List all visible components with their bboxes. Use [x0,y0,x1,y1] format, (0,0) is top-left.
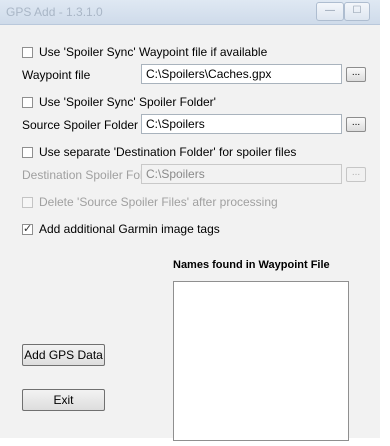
delete-source-files-checkbox[interactable]: Delete 'Source Spoiler Files' after proc… [22,195,278,209]
use-destination-folder-checkbox[interactable]: Use separate 'Destination Folder' for sp… [22,145,296,159]
source-folder-browse-button[interactable]: ... [346,117,366,132]
names-list-title: Names found in Waypoint File [173,259,330,271]
title-bar[interactable]: GPS Add - 1.3.1.0 — ☐ [0,0,380,25]
maximize-icon: ☐ [352,5,362,16]
checkbox-label: Delete 'Source Spoiler Files' after proc… [39,195,278,209]
checkbox-label: Use separate 'Destination Folder' for sp… [39,145,297,159]
exit-button[interactable]: Exit [22,389,105,411]
checkbox-label: Use 'Spoiler Sync' Waypoint file if avai… [39,45,268,59]
add-gps-data-button[interactable]: Add GPS Data [22,344,105,366]
checkbox-box[interactable] [22,96,33,108]
destination-folder-browse-button[interactable]: ... [346,167,366,182]
form-client-area: Use 'Spoiler Sync' Waypoint file if avai… [0,25,380,441]
checkbox-label: Use 'Spoiler Sync' Spoiler Folder' [39,95,216,109]
minimize-button[interactable]: — [316,2,344,21]
gps-add-window: GPS Add - 1.3.1.0 — ☐ Use 'Spoiler Sync'… [0,0,380,441]
checkbox-box[interactable] [22,46,33,58]
names-listbox[interactable] [173,281,349,441]
use-spoiler-sync-folder-checkbox[interactable]: Use 'Spoiler Sync' Spoiler Folder' [22,95,216,109]
waypoint-file-input[interactable]: C:\Spoilers\Caches.gpx [141,64,342,84]
minimize-icon: — [325,5,335,16]
add-garmin-tags-checkbox[interactable]: Add additional Garmin image tags [22,222,220,236]
checkbox-label: Add additional Garmin image tags [39,222,220,236]
checkbox-box[interactable] [22,196,33,208]
destination-spoiler-folder-label: Destination Spoiler Folder [22,168,161,182]
use-spoiler-sync-waypoint-checkbox[interactable]: Use 'Spoiler Sync' Waypoint file if avai… [22,45,267,59]
source-spoiler-folder-input[interactable]: C:\Spoilers [141,114,342,134]
waypoint-file-browse-button[interactable]: ... [346,67,366,82]
waypoint-file-label: Waypoint file [22,68,91,82]
source-spoiler-folder-label: Source Spoiler Folder [22,118,139,132]
window-title: GPS Add - 1.3.1.0 [6,5,103,19]
checkbox-box[interactable] [22,146,33,158]
destination-spoiler-folder-input[interactable]: C:\Spoilers [141,164,342,184]
checkbox-box[interactable] [22,222,33,235]
maximize-button[interactable]: ☐ [344,2,370,21]
